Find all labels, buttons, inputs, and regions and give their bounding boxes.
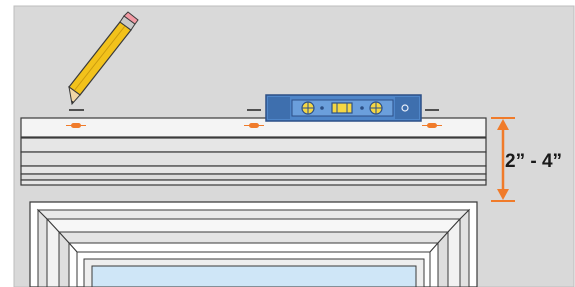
- diagram-canvas: 2” - 4”: [13, 5, 575, 287]
- shade-stack: [20, 137, 487, 186]
- window-glass: [91, 265, 417, 287]
- dimension-label: 2” - 4”: [505, 151, 562, 172]
- install-diagram: 2” - 4”: [0, 0, 575, 287]
- window-frame: [29, 201, 478, 287]
- bubble-level-icon: [265, 94, 422, 122]
